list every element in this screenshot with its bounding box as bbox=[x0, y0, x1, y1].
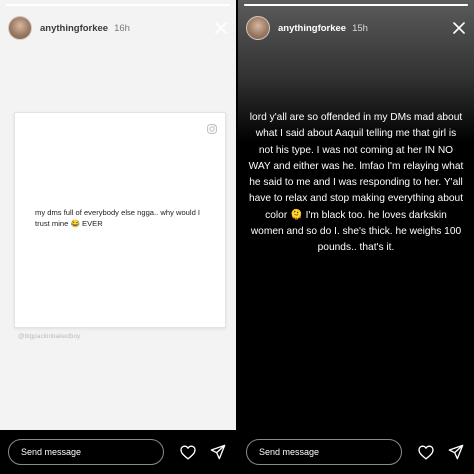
send-message-input[interactable]: Send message bbox=[8, 439, 164, 465]
story-progress-fill bbox=[6, 4, 230, 6]
send-icon[interactable] bbox=[446, 442, 466, 462]
instagram-icon bbox=[207, 121, 217, 134]
send-message-placeholder: Send message bbox=[259, 447, 320, 457]
post-text: my dms full of everybody else ngga.. why… bbox=[35, 208, 201, 228]
story-left: anythingforkee 16h my dms full of everyb… bbox=[0, 0, 236, 474]
story-progress-bar bbox=[6, 4, 230, 6]
send-message-input[interactable]: Send message bbox=[246, 439, 402, 465]
story-right: anythingforkee 15h lord y'all are so off… bbox=[238, 0, 474, 474]
send-icon[interactable] bbox=[208, 442, 228, 462]
story-text: lord y'all are so offended in my DMs mad… bbox=[248, 112, 464, 254]
heart-icon[interactable] bbox=[178, 442, 198, 462]
close-icon[interactable] bbox=[212, 19, 230, 37]
story-header: anythingforkee 16h bbox=[8, 14, 230, 42]
heart-icon[interactable] bbox=[416, 442, 436, 462]
send-message-placeholder: Send message bbox=[21, 447, 82, 457]
avatar[interactable] bbox=[246, 16, 270, 40]
close-icon[interactable] bbox=[450, 19, 468, 37]
story-reply-bar: Send message bbox=[238, 430, 474, 474]
embedded-post-card: my dms full of everybody else ngga.. why… bbox=[14, 112, 226, 328]
story-progress-fill bbox=[244, 4, 468, 6]
story-timestamp: 15h bbox=[352, 22, 368, 34]
story-header: anythingforkee 15h bbox=[246, 14, 468, 42]
story-username[interactable]: anythingforkee bbox=[278, 23, 346, 34]
story-timestamp: 16h bbox=[114, 22, 130, 34]
avatar[interactable] bbox=[8, 16, 32, 40]
watermark-handle: @bigpackinbakedboy bbox=[18, 333, 81, 340]
story-reply-bar: Send message bbox=[0, 430, 236, 474]
story-progress-bar bbox=[244, 4, 468, 6]
story-username[interactable]: anythingforkee bbox=[40, 23, 108, 34]
